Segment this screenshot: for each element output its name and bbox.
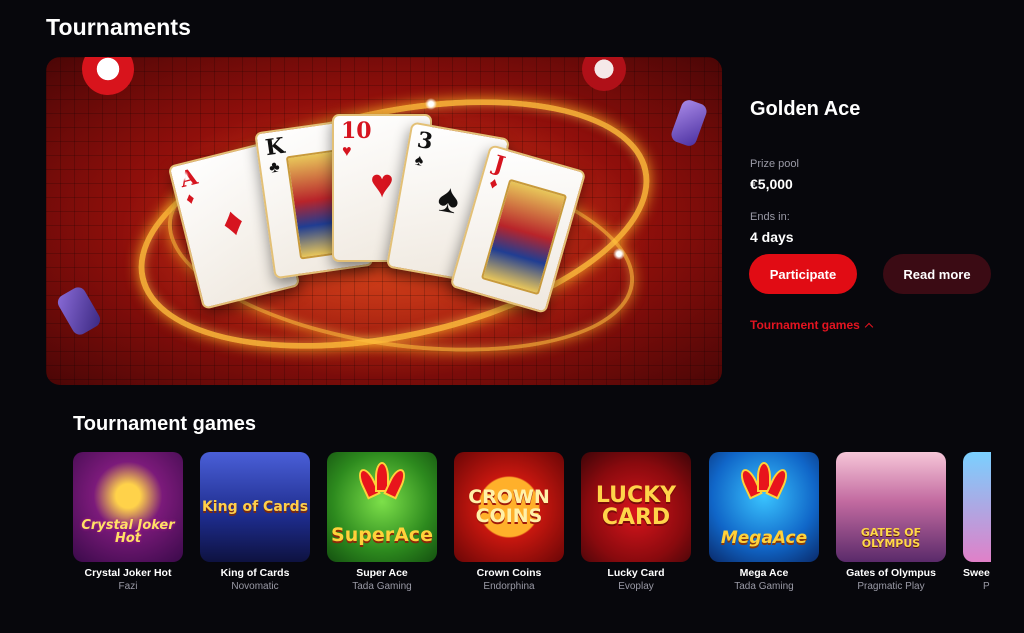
game-name: King of Cards: [220, 567, 290, 579]
card-rank: J: [490, 150, 508, 179]
game-tile[interactable]: GATES OF OLYMPUS Gates of Olympus Pragma…: [836, 452, 946, 592]
game-logo: King of Cards: [201, 499, 309, 515]
game-provider: Tada Gaming: [352, 581, 412, 592]
game-logo: LUCKY CARD: [595, 483, 677, 530]
game-tile[interactable]: Swee P: [963, 452, 991, 592]
tournament-games-heading: Tournament games: [73, 413, 256, 435]
game-thumbnail[interactable]: [963, 452, 991, 562]
games-carousel[interactable]: Crystal Joker Hot Crystal Joker Hot Fazi…: [73, 452, 991, 602]
game-thumbnail[interactable]: LUCKY CARD: [581, 452, 691, 562]
game-thumbnail[interactable]: MegaAce: [709, 452, 819, 562]
game-name: Gates of Olympus: [846, 567, 936, 579]
jester-hat-icon: [355, 462, 409, 500]
sparkle-icon: [424, 97, 438, 111]
game-thumbnail[interactable]: SuperAce: [327, 452, 437, 562]
page-title: Tournaments: [46, 14, 192, 40]
jack-figure-icon: [480, 178, 568, 296]
heart-suit-icon: ♥: [342, 143, 352, 160]
jester-hat-icon: [737, 462, 791, 500]
prize-pool-value: €5,000: [750, 176, 793, 192]
game-thumbnail[interactable]: Crystal Joker Hot: [73, 452, 183, 562]
tournament-banner[interactable]: A ♦ ♦ K ♣ 10 ♥ ♥ 3 ♠ ♠ J ♦: [46, 57, 722, 385]
game-logo: CROWN COINS: [468, 486, 550, 527]
prize-pool-label: Prize pool: [750, 158, 799, 170]
club-suit-icon: ♣: [268, 158, 281, 177]
card-rank: 10: [341, 118, 372, 144]
game-tile[interactable]: SuperAce Super Ace Tada Gaming: [327, 452, 437, 592]
card-rank: K: [263, 132, 287, 162]
game-name: Lucky Card: [607, 567, 665, 579]
game-provider: Pragmatic Play: [857, 581, 925, 592]
game-thumbnail[interactable]: GATES OF OLYMPUS: [836, 452, 946, 562]
sparkle-icon: [612, 247, 626, 261]
game-thumbnail[interactable]: CROWN COINS: [454, 452, 564, 562]
game-name: Crystal Joker Hot: [84, 567, 172, 579]
game-tile[interactable]: CROWN COINS Crown Coins Endorphina: [454, 452, 564, 592]
game-thumbnail[interactable]: King of Cards: [200, 452, 310, 562]
chevron-up-icon: [864, 322, 874, 331]
game-tile[interactable]: Crystal Joker Hot Crystal Joker Hot Fazi: [73, 452, 183, 592]
tournament-games-link-label: Tournament games: [750, 318, 860, 332]
game-name: Super Ace: [356, 567, 408, 579]
game-name: Mega Ace: [739, 567, 789, 579]
diamond-suit-icon: ♦: [487, 174, 500, 194]
game-provider: Novomatic: [231, 581, 279, 592]
game-tile[interactable]: LUCKY CARD Lucky Card Evoplay: [581, 452, 691, 592]
ends-in-label: Ends in:: [750, 211, 790, 223]
game-provider: Evoplay: [618, 581, 654, 592]
tournament-name: Golden Ace: [750, 98, 861, 120]
game-provider: Tada Gaming: [734, 581, 794, 592]
spade-suit-icon: ♠: [413, 151, 425, 170]
participate-button[interactable]: Participate: [749, 254, 857, 294]
game-provider: Endorphina: [483, 581, 535, 592]
game-logo: Crystal Joker Hot: [81, 518, 175, 546]
ends-in-value: 4 days: [750, 229, 794, 245]
game-logo: GATES OF OLYMPUS: [860, 526, 922, 550]
game-name: Swee: [963, 567, 990, 579]
game-tile[interactable]: King of Cards King of Cards Novomatic: [200, 452, 310, 592]
game-provider: Fazi: [118, 581, 138, 592]
game-logo: SuperAce: [331, 523, 433, 546]
game-name: Crown Coins: [476, 567, 542, 579]
game-tile[interactable]: MegaAce Mega Ace Tada Gaming: [709, 452, 819, 592]
diamond-suit-icon: ♦: [184, 190, 197, 209]
card-rank: 3: [415, 126, 435, 156]
game-provider: P: [983, 581, 990, 592]
tournament-games-toggle[interactable]: Tournament games: [750, 318, 874, 332]
read-more-button[interactable]: Read more: [883, 254, 991, 294]
sparkle-icon: [176, 169, 190, 183]
game-logo: MegaAce: [720, 527, 808, 548]
